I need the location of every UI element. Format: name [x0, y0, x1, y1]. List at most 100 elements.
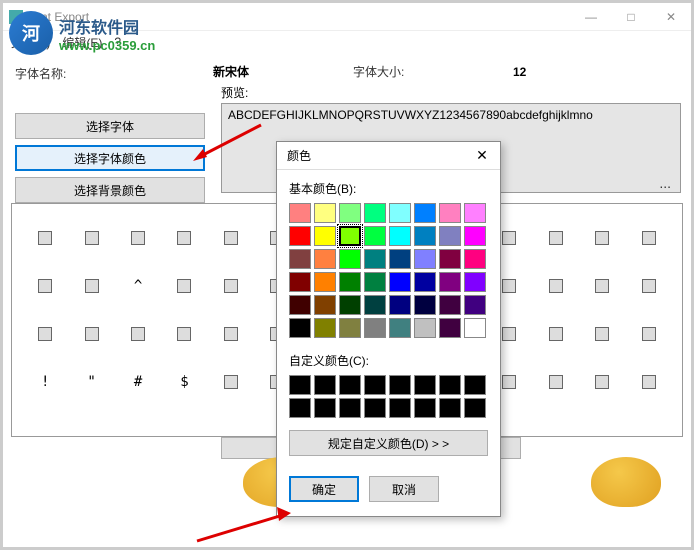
grid-cell[interactable] [161, 214, 207, 262]
color-swatch[interactable] [314, 318, 336, 338]
grid-cell[interactable]: # [115, 358, 161, 406]
color-swatch[interactable] [364, 318, 386, 338]
grid-cell[interactable]: ! [22, 358, 68, 406]
grid-cell[interactable] [68, 214, 114, 262]
color-swatch[interactable] [339, 272, 361, 292]
color-swatch[interactable] [464, 272, 486, 292]
grid-cell[interactable] [68, 310, 114, 358]
define-custom-color-button[interactable]: 规定自定义颜色(D) > > [289, 430, 488, 456]
grid-cell[interactable] [626, 262, 672, 310]
grid-cell[interactable] [22, 310, 68, 358]
color-swatch[interactable] [389, 203, 411, 223]
color-swatch[interactable] [289, 318, 311, 338]
color-swatch[interactable] [289, 203, 311, 223]
dialog-close-button[interactable]: ✕ [470, 146, 494, 166]
color-swatch[interactable] [364, 295, 386, 315]
select-bg-color-button[interactable]: 选择背景颜色 [15, 177, 205, 203]
color-swatch[interactable] [464, 318, 486, 338]
custom-color-swatch[interactable] [389, 398, 411, 418]
color-swatch[interactable] [364, 203, 386, 223]
grid-cell[interactable]: " [68, 358, 114, 406]
grid-cell[interactable] [208, 214, 254, 262]
color-swatch[interactable] [464, 249, 486, 269]
color-swatch[interactable] [439, 295, 461, 315]
color-swatch[interactable] [414, 226, 436, 246]
custom-color-swatch[interactable] [439, 398, 461, 418]
color-swatch[interactable] [414, 318, 436, 338]
grid-cell[interactable] [579, 262, 625, 310]
grid-cell[interactable]: ^ [115, 262, 161, 310]
close-button[interactable]: ✕ [651, 3, 691, 31]
color-swatch[interactable] [439, 318, 461, 338]
select-font-button[interactable]: 选择字体 [15, 113, 205, 139]
cancel-button[interactable]: 取消 [369, 476, 439, 502]
color-swatch[interactable] [339, 295, 361, 315]
color-swatch[interactable] [439, 226, 461, 246]
color-swatch[interactable] [339, 318, 361, 338]
grid-cell[interactable] [626, 214, 672, 262]
grid-cell[interactable] [208, 310, 254, 358]
color-swatch[interactable] [439, 249, 461, 269]
color-swatch[interactable] [464, 295, 486, 315]
grid-cell[interactable] [579, 310, 625, 358]
color-swatch[interactable] [339, 249, 361, 269]
color-swatch[interactable] [414, 249, 436, 269]
color-swatch[interactable] [314, 249, 336, 269]
grid-cell[interactable] [22, 214, 68, 262]
color-swatch[interactable] [464, 203, 486, 223]
color-swatch[interactable] [289, 272, 311, 292]
minimize-button[interactable]: — [571, 3, 611, 31]
select-font-color-button[interactable]: 选择字体颜色 [15, 145, 205, 171]
grid-cell[interactable] [626, 310, 672, 358]
custom-color-swatch[interactable] [289, 398, 311, 418]
custom-color-swatch[interactable] [439, 375, 461, 395]
custom-color-swatch[interactable] [364, 375, 386, 395]
color-swatch[interactable] [389, 249, 411, 269]
color-swatch[interactable] [364, 226, 386, 246]
custom-color-swatch[interactable] [314, 375, 336, 395]
color-swatch[interactable] [289, 249, 311, 269]
color-swatch[interactable] [389, 226, 411, 246]
color-swatch[interactable] [389, 272, 411, 292]
color-swatch[interactable] [439, 272, 461, 292]
color-swatch[interactable] [314, 272, 336, 292]
grid-cell[interactable] [161, 310, 207, 358]
grid-cell[interactable] [208, 358, 254, 406]
custom-color-swatch[interactable] [389, 375, 411, 395]
color-swatch[interactable] [364, 272, 386, 292]
color-swatch[interactable] [339, 203, 361, 223]
grid-cell[interactable] [22, 262, 68, 310]
ok-button[interactable]: 确定 [289, 476, 359, 502]
custom-color-swatch[interactable] [364, 398, 386, 418]
custom-color-swatch[interactable] [464, 398, 486, 418]
custom-color-swatch[interactable] [414, 398, 436, 418]
color-swatch[interactable] [314, 226, 336, 246]
custom-color-swatch[interactable] [289, 375, 311, 395]
custom-color-swatch[interactable] [414, 375, 436, 395]
grid-cell[interactable] [161, 262, 207, 310]
custom-color-swatch[interactable] [314, 398, 336, 418]
color-swatch[interactable] [364, 249, 386, 269]
color-swatch[interactable] [414, 203, 436, 223]
color-swatch[interactable] [314, 203, 336, 223]
color-swatch[interactable] [339, 226, 361, 246]
grid-cell[interactable]: $ [161, 358, 207, 406]
color-swatch[interactable] [289, 295, 311, 315]
color-swatch[interactable] [389, 318, 411, 338]
color-swatch[interactable] [414, 295, 436, 315]
color-swatch[interactable] [464, 226, 486, 246]
custom-color-swatch[interactable] [339, 375, 361, 395]
grid-cell[interactable] [208, 262, 254, 310]
grid-cell[interactable] [533, 262, 579, 310]
grid-cell[interactable] [115, 310, 161, 358]
color-swatch[interactable] [389, 295, 411, 315]
grid-cell[interactable] [533, 358, 579, 406]
grid-cell[interactable] [626, 358, 672, 406]
grid-cell[interactable] [579, 358, 625, 406]
grid-cell[interactable] [533, 214, 579, 262]
grid-cell[interactable] [68, 262, 114, 310]
custom-color-swatch[interactable] [464, 375, 486, 395]
grid-cell[interactable] [533, 310, 579, 358]
grid-cell[interactable] [115, 214, 161, 262]
maximize-button[interactable]: □ [611, 3, 651, 31]
